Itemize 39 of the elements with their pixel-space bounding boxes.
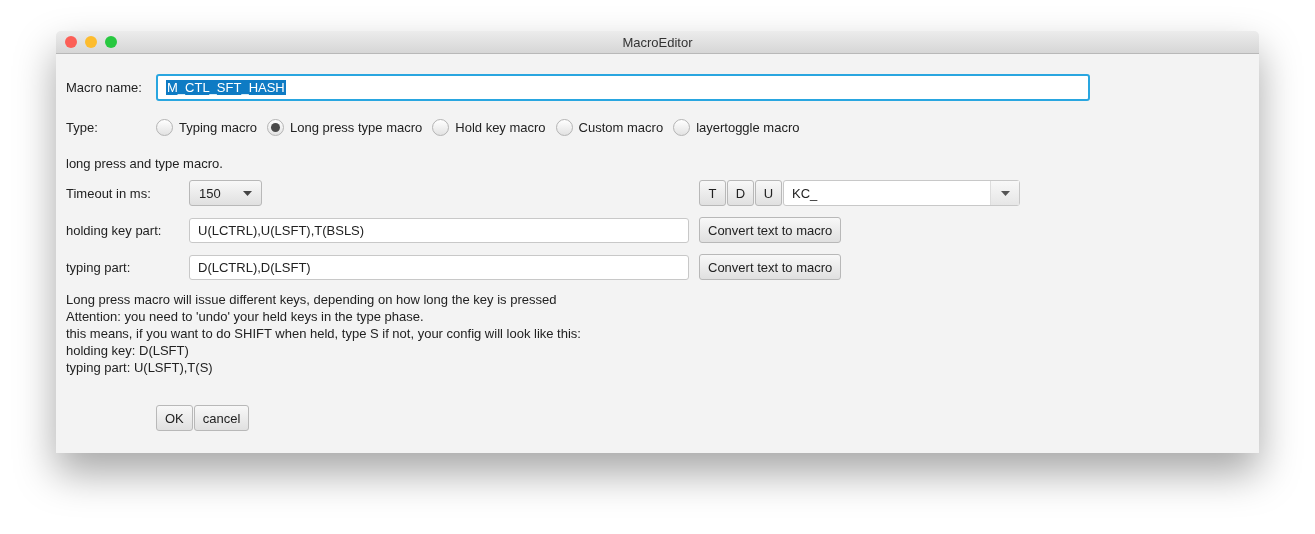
radio-option[interactable]: Custom macro (555, 119, 664, 136)
radio-option[interactable]: Typing macro (156, 119, 258, 136)
radio-button[interactable] (156, 119, 173, 136)
convert-button[interactable]: Convert text to macro (699, 254, 842, 280)
key-button[interactable]: T (699, 180, 726, 206)
help-text: typing part: U(LSFT),T(S) (66, 359, 214, 376)
keycode-combo[interactable]: KC_ (783, 180, 1020, 206)
holding-key-field[interactable]: U(LCTRL),U(LSFT),T(BSLS) (189, 217, 689, 243)
zoom-icon[interactable] (105, 36, 117, 48)
field-label: Timeout in ms: (66, 185, 152, 201)
caret-icon (1000, 190, 1010, 196)
radio-button[interactable] (267, 119, 285, 136)
radio-button[interactable] (555, 119, 573, 136)
timeout-dropdown[interactable]: 150 (189, 180, 262, 206)
key-button[interactable]: D (727, 180, 754, 206)
field-label: typing part: (66, 259, 132, 275)
dialog-button[interactable]: OK (156, 405, 193, 431)
help-text: Long press macro will issue different keys, depending on how long the key is pressed (66, 291, 558, 308)
radio-button[interactable] (673, 119, 691, 136)
macro-name-field[interactable]: M_CTL_SFT_HASH (156, 74, 1090, 101)
description-text: long press and type macro. (66, 156, 224, 171)
radio-button[interactable] (432, 119, 450, 136)
caret-icon (243, 190, 252, 196)
window-title: MacroEditor (622, 34, 693, 50)
minimize-icon[interactable] (85, 36, 97, 48)
help-text: holding key: D(LSFT) (66, 342, 190, 359)
key-button[interactable]: U (755, 180, 782, 206)
field-label: holding key part: (66, 222, 163, 238)
field-label: Type: (66, 120, 99, 135)
field-label: Macro name: (66, 80, 143, 95)
convert-button[interactable]: Convert text to macro (699, 217, 842, 243)
close-icon[interactable] (65, 36, 77, 48)
radio-option[interactable]: layertoggle macro (673, 119, 800, 136)
radio-option[interactable]: Hold key macro (432, 119, 546, 136)
radio-option[interactable]: Long press type macro (267, 119, 423, 136)
dialog-button[interactable]: cancel (193, 405, 250, 431)
help-text: Attention: you need to 'undo' your held keys in the type phase. (66, 308, 425, 325)
help-text: this means, if you want to do SHIFT when held, type S if not, your config will look like this: (66, 325, 582, 342)
typing-part-field[interactable]: D(LCTRL),D(LSFT) (189, 254, 689, 280)
